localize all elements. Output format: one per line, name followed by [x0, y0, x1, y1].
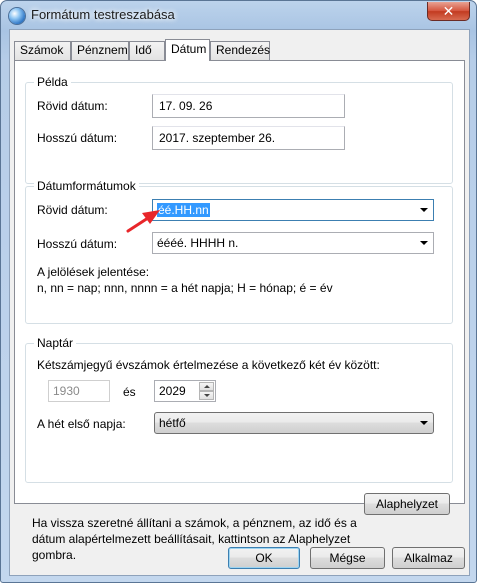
- window-title: Formátum testreszabása: [31, 7, 175, 22]
- two-digit-year-label: Kétszámjegyű évszámok értelmezése a köve…: [37, 358, 380, 372]
- tab-numbers[interactable]: Számok: [14, 41, 71, 60]
- close-button[interactable]: ✕: [427, 2, 470, 21]
- calendar-group: Naptár Kétszámjegyű évszámok értelmezése…: [25, 336, 453, 483]
- first-day-of-week-value[interactable]: hétfő: [159, 413, 186, 433]
- globe-icon: [9, 8, 25, 24]
- first-day-of-week-combo[interactable]: hétfő: [154, 412, 434, 434]
- calendar-group-title: Naptár: [34, 336, 77, 350]
- year-spinner-buttons[interactable]: [199, 382, 214, 400]
- customize-format-window: Formátum testreszabása ✕ Számok Pénznem …: [0, 0, 477, 583]
- date-formats-group-title: Dátumformátumok: [34, 179, 139, 193]
- short-date-format-combo[interactable]: éé.HH.nn: [152, 199, 434, 221]
- year-from-value: 1930: [53, 384, 80, 398]
- reset-button[interactable]: Alaphelyzet: [364, 493, 450, 515]
- cancel-button[interactable]: Mégse: [310, 547, 385, 569]
- title-bar[interactable]: Formátum testreszabása ✕: [1, 1, 476, 29]
- tab-sorting[interactable]: Rendezés: [210, 41, 270, 60]
- tab-currency[interactable]: Pénznem: [71, 41, 129, 60]
- short-date-format-label: Rövid dátum:: [37, 203, 108, 217]
- example-short-date-label: Rövid dátum:: [37, 99, 108, 113]
- chevron-down-icon[interactable]: [420, 241, 428, 245]
- year-to-spinner[interactable]: 2029: [154, 380, 216, 402]
- example-group: Példa Rövid dátum: 17. 09. 26 Hosszú dát…: [25, 75, 453, 184]
- date-tab-panel: Példa Rövid dátum: 17. 09. 26 Hosszú dát…: [14, 60, 465, 504]
- chevron-down-icon[interactable]: [420, 208, 428, 212]
- spin-up-icon[interactable]: [199, 382, 214, 391]
- example-group-title: Példa: [34, 75, 71, 89]
- short-date-format-value[interactable]: éé.HH.nn: [157, 203, 210, 217]
- spin-down-icon[interactable]: [199, 391, 214, 400]
- example-long-date-value: 2017. szeptember 26.: [152, 126, 345, 150]
- example-long-date-label: Hosszú dátum:: [37, 131, 118, 145]
- close-icon: ✕: [442, 3, 455, 19]
- long-date-format-label: Hosszú dátum:: [37, 237, 118, 251]
- year-from-input: 1930: [48, 380, 110, 402]
- long-date-format-value[interactable]: éééé. HHHH n.: [157, 233, 238, 253]
- chevron-down-icon[interactable]: [420, 421, 428, 425]
- tab-time[interactable]: Idő: [129, 41, 165, 60]
- dialog-body: Számok Pénznem Idő Dátum Rendezés Példa …: [9, 29, 470, 576]
- tab-date[interactable]: Dátum: [165, 39, 210, 61]
- first-day-of-week-label: A hét első napja:: [37, 417, 126, 431]
- apply-button[interactable]: Alkalmaz: [392, 547, 465, 569]
- long-date-format-combo[interactable]: éééé. HHHH n.: [152, 232, 434, 254]
- red-annotation-arrow-icon: [126, 210, 160, 233]
- year-range-and-label: és: [123, 385, 136, 399]
- date-formats-group: Dátumformátumok Rövid dátum: éé.HH.nn Ho…: [25, 179, 453, 324]
- notation-legend-text: n, nn = nap; nnn, nnnn = a hét napja; H …: [37, 281, 333, 295]
- year-to-value[interactable]: 2029: [159, 381, 186, 401]
- ok-button[interactable]: OK: [228, 547, 300, 569]
- notation-legend-title: A jelölések jelentése:: [37, 265, 150, 279]
- example-short-date-value: 17. 09. 26: [152, 94, 345, 118]
